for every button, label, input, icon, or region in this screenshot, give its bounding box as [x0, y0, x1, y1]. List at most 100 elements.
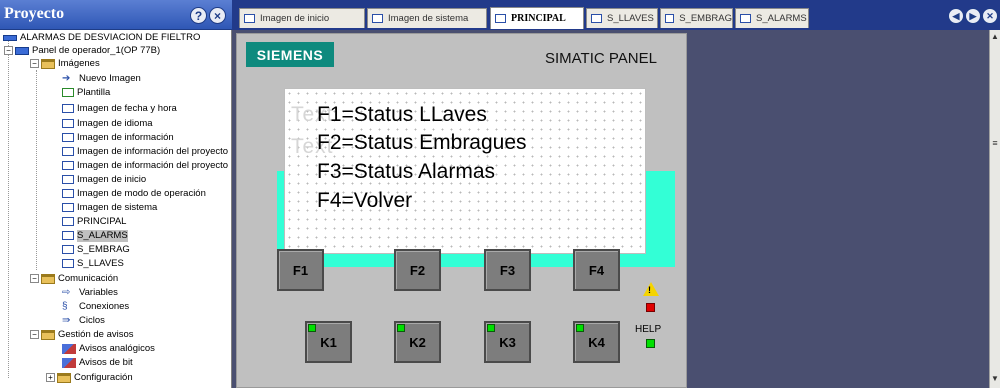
- tree-item-comunicacion[interactable]: − Comunicación: [30, 272, 118, 285]
- help-led[interactable]: [646, 339, 655, 348]
- scroll-up-icon[interactable]: ▲: [990, 32, 1000, 42]
- soft-key-k2[interactable]: K2: [394, 321, 441, 363]
- editor-tab-bar: Imagen de inicio Imagen de sistema PRINC…: [232, 0, 1000, 30]
- project-icon: [3, 34, 17, 41]
- screen-text-line[interactable]: F1=Status LLaves: [317, 103, 487, 127]
- soft-key-label: K4: [588, 334, 605, 350]
- soft-key-k3[interactable]: K3: [484, 321, 531, 363]
- screen-text-line[interactable]: F2=Status Embragues: [317, 131, 527, 155]
- tree-item-label: Imágenes: [58, 57, 100, 69]
- tab-s-alarms[interactable]: S_ALARMS: [735, 8, 809, 28]
- tab-s-embrag[interactable]: S_EMBRAG: [660, 8, 733, 28]
- tree-item-configuracion[interactable]: + Configuración: [46, 371, 133, 384]
- function-key-f3[interactable]: F3: [484, 249, 531, 291]
- tab-imagen-de-sistema[interactable]: Imagen de sistema: [367, 8, 487, 28]
- tab-s-llaves[interactable]: S_LLAVES: [586, 8, 658, 28]
- tab-imagen-de-inicio[interactable]: Imagen de inicio: [239, 8, 365, 28]
- screen-icon: [62, 161, 74, 170]
- tree-item-label: Imagen de información del proyecto: [77, 159, 229, 171]
- tree-item-avisos-bit[interactable]: Avisos de bit: [62, 356, 133, 369]
- tree-item-s-alarms[interactable]: S_ALARMS: [62, 229, 128, 242]
- tab-scroll-right-icon[interactable]: ▶: [965, 8, 981, 24]
- device-model-label: SIMATIC PANEL: [545, 50, 657, 67]
- tree-item-project[interactable]: ALARMAS DE DESVIACION DE FIELTRO: [3, 31, 200, 44]
- key-led: [308, 324, 316, 332]
- tree-item-screen[interactable]: Imagen de información del proyecto: [62, 159, 228, 172]
- key-led: [576, 324, 584, 332]
- tree-item-label: Imagen de información: [77, 131, 174, 143]
- soft-key-k1[interactable]: K1: [305, 321, 352, 363]
- tree-item-label: Imagen de fecha y hora: [77, 102, 177, 114]
- tree-item-label: Variables: [79, 286, 118, 298]
- tree-item-screen[interactable]: Imagen de información del proyecto: [62, 145, 228, 158]
- tree-item-label: Avisos analógicos: [79, 342, 155, 354]
- collapse-icon[interactable]: −: [30, 274, 39, 283]
- tab-label: Imagen de inicio: [260, 13, 330, 24]
- template-icon: [62, 88, 74, 97]
- tree-item-label: Conexiones: [79, 300, 130, 312]
- help-icon[interactable]: ?: [190, 7, 207, 24]
- key-led: [397, 324, 405, 332]
- tree-item-screen[interactable]: Imagen de sistema: [62, 201, 157, 214]
- screen-icon: [62, 231, 74, 240]
- folder-icon: [41, 58, 55, 69]
- screen-icon: [62, 259, 74, 268]
- screen-icon: [665, 14, 675, 23]
- tree-item-screen[interactable]: Imagen de modo de operación: [62, 187, 206, 200]
- tree-item-screen[interactable]: Imagen de información: [62, 131, 174, 144]
- tree-item-screen[interactable]: Imagen de idioma: [62, 117, 153, 130]
- tree-item-label: Avisos de bit: [79, 356, 133, 368]
- tab-label: S_EMBRAG: [679, 13, 732, 24]
- screen-icon: [591, 14, 602, 23]
- warning-mark: !: [648, 285, 651, 295]
- tree-item-nuevo-imagen[interactable]: ➔ Nuevo Imagen: [62, 72, 141, 85]
- close-icon[interactable]: ×: [209, 7, 226, 24]
- tree-item-screen[interactable]: Imagen de inicio: [62, 173, 146, 186]
- scroll-grip-icon[interactable]: ≡: [990, 138, 1000, 148]
- new-item-icon: ➔: [62, 72, 71, 84]
- tree-item-operator-panel[interactable]: − Panel de operador_1(OP 77B): [4, 44, 160, 57]
- function-key-f2[interactable]: F2: [394, 249, 441, 291]
- tab-principal[interactable]: PRINCIPAL: [490, 7, 584, 29]
- tree-item-variables[interactable]: ⇨ Variables: [62, 286, 118, 299]
- tree-item-s-embrag[interactable]: S_EMBRAG: [62, 243, 130, 256]
- screen-icon: [62, 203, 74, 212]
- collapse-icon[interactable]: −: [30, 330, 39, 339]
- tree-item-screen[interactable]: Imagen de fecha y hora: [62, 102, 177, 115]
- collapse-icon[interactable]: −: [30, 59, 39, 68]
- screen-text-line[interactable]: F4=Volver: [317, 189, 412, 213]
- screen-text-line[interactable]: F3=Status Alarmas: [317, 160, 495, 184]
- collapse-icon[interactable]: −: [4, 46, 13, 55]
- tree-item-label: Imagen de idioma: [77, 117, 153, 129]
- tree-item-label: Plantilla: [77, 86, 111, 98]
- tree-item-ciclos[interactable]: ⇛ Ciclos: [62, 314, 105, 327]
- tree-item-plantilla[interactable]: Plantilla: [62, 86, 110, 99]
- tree-item-principal[interactable]: PRINCIPAL: [62, 215, 126, 228]
- tree-item-conexiones[interactable]: § Conexiones: [62, 300, 129, 313]
- vertical-scrollbar[interactable]: ▲ ≡ ▼: [989, 30, 1000, 388]
- folder-icon: [57, 372, 71, 383]
- tree-item-avisos-analogicos[interactable]: Avisos analógicos: [62, 342, 155, 355]
- hmi-screen[interactable]: Text Text F1=Status LLaves F2=Status Emb…: [284, 88, 646, 254]
- function-key-f1[interactable]: F1: [277, 249, 324, 291]
- close-editor-icon[interactable]: ✕: [982, 8, 998, 24]
- function-key-f4[interactable]: F4: [573, 249, 620, 291]
- tree-item-gestion-avisos[interactable]: − Gestión de avisos: [30, 328, 134, 341]
- tab-label: Imagen de sistema: [388, 13, 469, 24]
- connections-icon: §: [62, 300, 68, 312]
- tab-label: PRINCIPAL: [511, 13, 566, 24]
- soft-key-label: K3: [499, 334, 516, 350]
- soft-key-k4[interactable]: K4: [573, 321, 620, 363]
- screen-icon: [62, 104, 74, 113]
- screen-icon: [62, 133, 74, 142]
- scroll-down-icon[interactable]: ▼: [990, 374, 1000, 384]
- warning-led: [646, 303, 655, 312]
- tree-item-imagenes[interactable]: − Imágenes: [30, 57, 100, 70]
- tree-item-label: ALARMAS DE DESVIACION DE FIELTRO: [20, 31, 201, 43]
- expand-icon[interactable]: +: [46, 373, 55, 382]
- project-panel-header: Proyecto ? ×: [0, 0, 232, 30]
- tab-scroll-left-icon[interactable]: ◀: [948, 8, 964, 24]
- screen-icon: [740, 14, 751, 23]
- tree-item-label: Gestión de avisos: [58, 328, 134, 340]
- tree-item-s-llaves[interactable]: S_LLAVES: [62, 257, 124, 270]
